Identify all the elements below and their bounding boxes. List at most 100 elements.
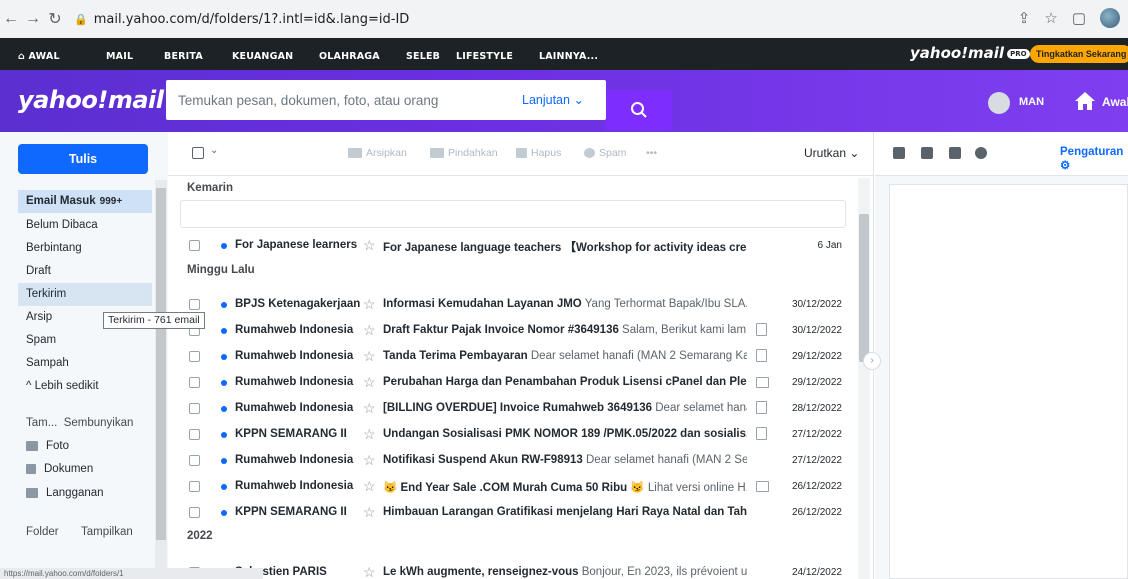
- message-row[interactable]: Rumahweb Indonesia ☆ Perubahan Harga dan P…: [180, 370, 846, 396]
- select-all-checkbox[interactable]: [192, 147, 204, 159]
- nav-lifestyle-label[interactable]: LIFESTYLE: [456, 51, 513, 62]
- nav-mail-label[interactable]: MAIL: [106, 51, 133, 62]
- sidebar-scroll-thumb[interactable]: [156, 188, 166, 540]
- unread-dot-icon[interactable]: [221, 406, 227, 412]
- sidebar-item-photos[interactable]: Foto: [18, 435, 152, 458]
- star-icon[interactable]: ☆: [363, 296, 376, 313]
- message-row[interactable]: Rumahweb Indonesia ☆ Notifikasi Suspend Ak…: [180, 448, 846, 474]
- unread-dot-icon[interactable]: [221, 328, 227, 334]
- sidebar-item-trash[interactable]: Sampah: [18, 352, 152, 375]
- message-checkbox[interactable]: [189, 299, 200, 310]
- search-input[interactable]: [166, 80, 496, 120]
- nav-sports-label[interactable]: OLAHRAGA: [319, 51, 380, 62]
- delete-button[interactable]: Hapus: [516, 147, 561, 159]
- nav-sports[interactable]: OLAHRAGA: [319, 48, 380, 62]
- nav-lifestyle[interactable]: LIFESTYLE: [456, 48, 513, 62]
- message-checkbox[interactable]: [189, 481, 200, 492]
- unread-dot-icon[interactable]: [221, 302, 227, 308]
- sidebar-item-drafts[interactable]: Draft: [18, 260, 152, 283]
- unread-dot-icon[interactable]: [221, 354, 227, 360]
- nav-celeb-label[interactable]: SELEB: [406, 51, 440, 62]
- help-icon[interactable]: [975, 147, 987, 159]
- forward-icon[interactable]: →: [22, 10, 44, 28]
- message-checkbox[interactable]: [189, 507, 200, 518]
- share-icon[interactable]: ⇪: [1018, 9, 1031, 27]
- attachment-icon[interactable]: [756, 401, 767, 414]
- message-row[interactable]: KPPN SEMARANG II ☆ Himbauan Larangan Grati…: [180, 500, 846, 526]
- archive-button[interactable]: Arsipkan: [348, 147, 407, 159]
- star-icon[interactable]: ☆: [363, 348, 376, 365]
- search-button[interactable]: [606, 90, 672, 130]
- back-icon[interactable]: ←: [0, 10, 22, 28]
- star-icon[interactable]: ☆: [363, 504, 376, 521]
- unread-dot-icon[interactable]: [221, 432, 227, 438]
- move-button[interactable]: Pindahkan: [430, 147, 498, 159]
- more-actions-button[interactable]: •••: [646, 147, 657, 159]
- star-icon[interactable]: ☆: [363, 564, 376, 579]
- image-icon[interactable]: [756, 481, 769, 492]
- hide-views-link[interactable]: Sembunyikan: [64, 417, 134, 429]
- nav-news[interactable]: BERITA: [164, 48, 203, 62]
- message-row[interactable]: Rumahweb Indonesia ☆ [BILLING OVERDUE] Inv…: [180, 396, 846, 422]
- contacts-icon[interactable]: [893, 147, 905, 159]
- collapse-pane-button[interactable]: ›: [863, 352, 881, 370]
- nav-home[interactable]: ⌂ AWAL: [18, 48, 60, 62]
- user-avatar[interactable]: [988, 92, 1010, 114]
- nav-finance-label[interactable]: KEUANGAN: [232, 51, 293, 62]
- bookmark-star-icon[interactable]: ☆: [1044, 9, 1057, 27]
- spam-button[interactable]: Spam: [584, 147, 626, 159]
- sidebar-item-spam[interactable]: Spam: [18, 329, 152, 352]
- advanced-search-toggle[interactable]: Lanjutan ⌄: [522, 92, 584, 107]
- nav-mail[interactable]: MAIL: [106, 48, 133, 62]
- unread-dot-icon[interactable]: [221, 243, 227, 249]
- message-row[interactable]: Rumahweb Indonesia ☆ 😼 End Year Sale .COM …: [180, 474, 846, 500]
- message-row[interactable]: Rumahweb Indonesia ☆ Tanda Terima Pembayar…: [180, 344, 846, 370]
- star-icon[interactable]: ☆: [363, 322, 376, 339]
- nav-news-label[interactable]: BERITA: [164, 51, 203, 62]
- reload-icon[interactable]: ↻: [44, 9, 66, 29]
- settings-button[interactable]: Pengaturan ⚙: [1060, 146, 1128, 172]
- nav-home-label[interactable]: ⌂ AWAL: [18, 51, 60, 62]
- nav-celeb[interactable]: SELEB: [406, 48, 440, 62]
- star-icon[interactable]: ☆: [363, 452, 376, 469]
- star-icon[interactable]: ☆: [363, 400, 376, 417]
- yahoo-mail-logo[interactable]: yahoo!mail: [18, 86, 164, 114]
- address-bar[interactable]: 🔒 mail.yahoo.com/d/folders/1?.intl=id&.l…: [74, 5, 409, 33]
- nav-finance[interactable]: KEUANGAN: [232, 48, 293, 62]
- attachment-icon[interactable]: [756, 323, 767, 336]
- show-less-toggle[interactable]: ^ Lebih sedikit: [18, 375, 152, 398]
- message-checkbox[interactable]: [189, 351, 200, 362]
- message-checkbox[interactable]: [189, 377, 200, 388]
- message-row[interactable]: Rumahweb Indonesia ☆ Draft Faktur Pajak In…: [180, 318, 846, 344]
- message-checkbox[interactable]: [189, 403, 200, 414]
- show-folders-link[interactable]: Tampilkan: [81, 526, 133, 538]
- sidebar-item-unread[interactable]: Belum Dibaca: [18, 214, 152, 237]
- message-row[interactable]: KPPN SEMARANG II ☆ Undangan Sosialisasi PM…: [180, 422, 846, 448]
- sidebar-item-subscriptions[interactable]: Langganan: [18, 482, 152, 505]
- upgrade-button[interactable]: Tingkatkan Sekarang: [1030, 45, 1128, 63]
- message-row[interactable]: BPJS Ketenagakerjaan ☆ Informasi Kemudahan…: [180, 292, 846, 318]
- message-checkbox[interactable]: [189, 429, 200, 440]
- nav-more-label[interactable]: LAINNYA...: [539, 51, 598, 62]
- compose-button[interactable]: Tulis: [18, 144, 148, 174]
- nav-more[interactable]: LAINNYA...: [539, 48, 598, 62]
- notepad-icon[interactable]: [949, 147, 961, 159]
- message-row[interactable]: Sebastien PARIS ☆ Le kWh augmente, renseig…: [180, 560, 846, 579]
- star-icon[interactable]: ☆: [363, 478, 376, 495]
- image-icon[interactable]: [756, 377, 769, 388]
- calendar-icon[interactable]: [921, 147, 933, 159]
- sidebar-item-inbox[interactable]: Email Masuk 999+: [18, 190, 152, 213]
- profile-avatar[interactable]: [1100, 8, 1120, 28]
- user-name[interactable]: MAN: [1019, 96, 1044, 108]
- message-row[interactable]: For Japanese learners ☆ For Japanese langu…: [180, 233, 846, 259]
- home-link[interactable]: Awal: [1102, 95, 1128, 109]
- sidebar-item-documents[interactable]: Dokumen: [18, 458, 152, 481]
- unread-dot-icon[interactable]: [221, 484, 227, 490]
- attachment-icon[interactable]: [756, 427, 767, 440]
- unread-dot-icon[interactable]: [221, 510, 227, 516]
- message-list-scroll-thumb[interactable]: [859, 214, 869, 362]
- unread-dot-icon[interactable]: [221, 458, 227, 464]
- star-icon[interactable]: ☆: [363, 426, 376, 443]
- unread-dot-icon[interactable]: [221, 380, 227, 386]
- yahoo-mail-pro-logo[interactable]: yahoo!mail PRO: [910, 44, 1030, 62]
